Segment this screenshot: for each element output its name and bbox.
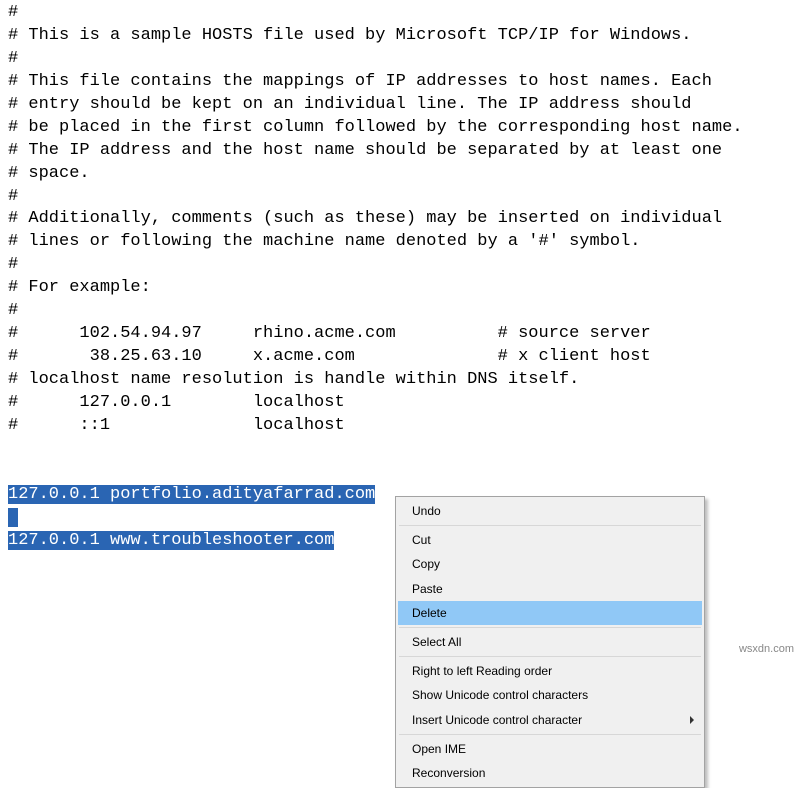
editor-line: # localhost name resolution is handle wi… [8, 369, 800, 392]
menu-separator [399, 734, 701, 735]
menu-separator [399, 627, 701, 628]
editor-line: # This file contains the mappings of IP … [8, 71, 800, 94]
editor-line [8, 461, 800, 484]
menu-item-select-all[interactable]: Select All [398, 630, 702, 654]
menu-item-label: Paste [412, 582, 443, 596]
menu-item-label: Copy [412, 557, 440, 571]
editor-line: # [8, 2, 800, 25]
editor-line: # The IP address and the host name shoul… [8, 140, 800, 163]
menu-item-label: Cut [412, 533, 431, 547]
editor-line: # 102.54.94.97 rhino.acme.com # source s… [8, 323, 800, 346]
editor-line: # Additionally, comments (such as these)… [8, 208, 800, 231]
editor-line: # be placed in the first column followed… [8, 117, 800, 140]
menu-item-open-ime[interactable]: Open IME [398, 737, 702, 761]
editor-line: # entry should be kept on an individual … [8, 94, 800, 117]
menu-item-label: Undo [412, 504, 441, 518]
editor-line: # 127.0.0.1 localhost [8, 392, 800, 415]
menu-item-delete[interactable]: Delete [398, 601, 702, 625]
editor-line: # space. [8, 163, 800, 186]
menu-item-label: Show Unicode control characters [412, 688, 588, 702]
editor-line: # [8, 48, 800, 71]
menu-item-insert-unicode-control-character[interactable]: Insert Unicode control character [398, 708, 702, 732]
menu-item-copy[interactable]: Copy [398, 552, 702, 576]
editor-line: # This is a sample HOSTS file used by Mi… [8, 25, 800, 48]
chevron-right-icon [690, 716, 694, 724]
editor-line: # [8, 254, 800, 277]
editor-line [8, 438, 800, 461]
menu-item-paste[interactable]: Paste [398, 577, 702, 601]
editor-line: # [8, 186, 800, 209]
menu-item-reconversion[interactable]: Reconversion [398, 761, 702, 785]
menu-item-label: Reconversion [412, 766, 485, 780]
menu-separator [399, 656, 701, 657]
hosts-file-editor[interactable]: ## This is a sample HOSTS file used by M… [0, 2, 800, 553]
menu-item-label: Open IME [412, 742, 466, 756]
menu-item-label: Delete [412, 606, 447, 620]
menu-item-label: Right to left Reading order [412, 664, 552, 678]
menu-separator [399, 525, 701, 526]
menu-item-label: Insert Unicode control character [412, 713, 582, 727]
menu-item-undo[interactable]: Undo [398, 499, 702, 523]
editor-line: # lines or following the machine name de… [8, 231, 800, 254]
menu-item-right-to-left-reading-order[interactable]: Right to left Reading order [398, 659, 702, 683]
menu-item-label: Select All [412, 635, 461, 649]
menu-item-show-unicode-control-characters[interactable]: Show Unicode control characters [398, 683, 702, 707]
watermark: wsxdn.com [739, 642, 794, 657]
editor-line: # 38.25.63.10 x.acme.com # x client host [8, 346, 800, 369]
editor-line: # For example: [8, 277, 800, 300]
editor-line: # [8, 300, 800, 323]
editor-line: # ::1 localhost [8, 415, 800, 438]
context-menu: Undo Cut Copy Paste Delete Select All Right to… [395, 496, 705, 788]
menu-item-cut[interactable]: Cut [398, 528, 702, 552]
